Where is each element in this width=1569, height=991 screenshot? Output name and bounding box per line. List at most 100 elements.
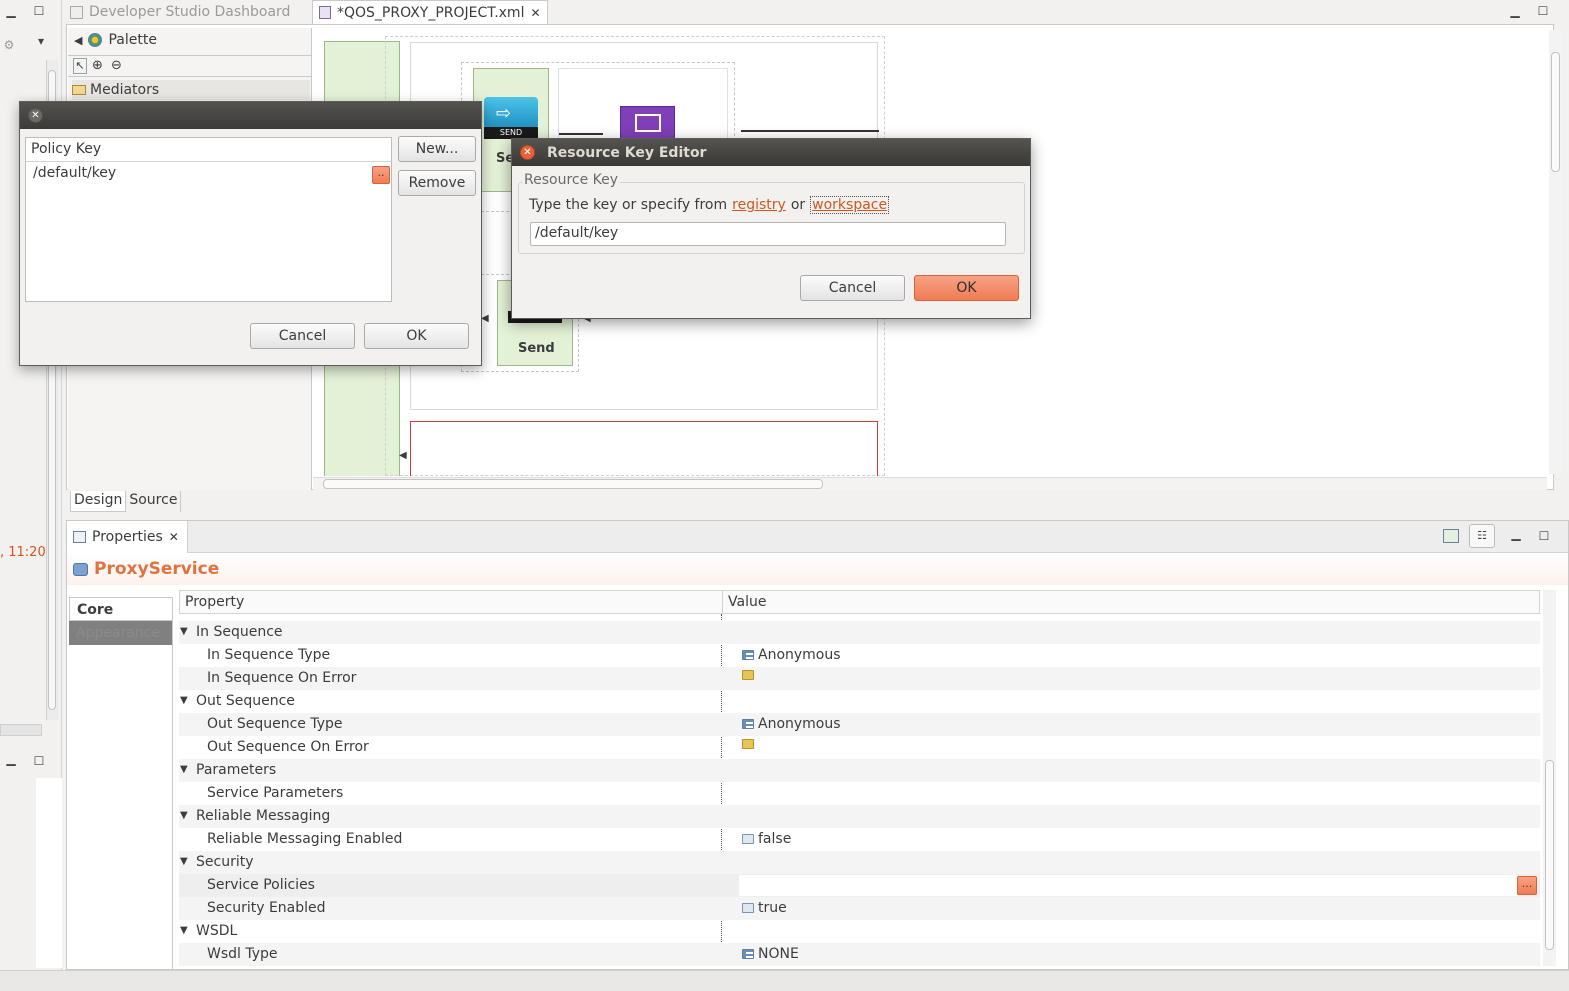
minimize-icon[interactable]: ▁ bbox=[4, 752, 18, 766]
property-value[interactable]: Anonymous bbox=[742, 716, 841, 732]
collapse-arrow-icon[interactable]: ◀ bbox=[74, 34, 82, 47]
service-policies-browse-button[interactable]: ... bbox=[1517, 876, 1537, 895]
registry-link[interactable]: registry bbox=[732, 197, 786, 213]
property-value[interactable] bbox=[742, 670, 758, 680]
expand-triangle-icon[interactable]: ▼ bbox=[180, 925, 188, 936]
remove-button[interactable]: Remove bbox=[398, 170, 476, 196]
ok-button[interactable]: OK bbox=[364, 323, 469, 349]
minimize-icon[interactable]: ▁ bbox=[1508, 4, 1522, 18]
property-name: Reliable Messaging Enabled bbox=[207, 831, 403, 847]
tab-dashboard[interactable]: Developer Studio Dashboard bbox=[70, 0, 290, 24]
property-row[interactable]: Wsdl Type NONE bbox=[179, 943, 1540, 966]
proxy-service-icon bbox=[73, 562, 88, 576]
scrollbar-thumb[interactable] bbox=[323, 479, 823, 489]
new-button[interactable]: New... bbox=[398, 136, 476, 162]
property-row[interactable]: Security Enabled true bbox=[179, 897, 1540, 920]
property-row[interactable]: ▼ Out Sequence bbox=[179, 690, 1540, 713]
divider bbox=[172, 597, 173, 969]
connector-line bbox=[559, 133, 603, 135]
dialog-titlebar: ✕ bbox=[20, 102, 481, 129]
close-icon[interactable]: ✕ bbox=[169, 530, 179, 544]
property-value[interactable]: false bbox=[742, 831, 791, 847]
column-divider[interactable] bbox=[722, 591, 723, 614]
property-name: In Sequence On Error bbox=[207, 670, 357, 686]
tab-core[interactable]: Core bbox=[69, 597, 173, 621]
property-row[interactable]: ▼ Security bbox=[179, 851, 1540, 874]
expand-triangle-icon[interactable]: ▼ bbox=[180, 695, 188, 706]
status-bar bbox=[0, 970, 1569, 991]
policy-key-value[interactable]: /default/key bbox=[33, 165, 116, 181]
close-icon[interactable]: ✕ bbox=[28, 108, 43, 123]
property-value[interactable]: Anonymous bbox=[742, 647, 841, 663]
property-name: Wsdl Type bbox=[207, 946, 278, 962]
tab-properties[interactable]: Properties ✕ bbox=[67, 520, 188, 553]
scrollbar-thumb[interactable] bbox=[1551, 52, 1560, 172]
canvas-vertical-scrollbar[interactable] bbox=[1549, 30, 1563, 474]
minimize-icon[interactable]: ▁ bbox=[4, 4, 18, 18]
time-text: , 11:20 bbox=[0, 545, 46, 560]
property-row[interactable]: ▼ Parameters bbox=[179, 759, 1540, 782]
tab-source[interactable]: Source bbox=[126, 491, 182, 512]
send-icon: ⇨ bbox=[484, 97, 538, 129]
property-name: In Sequence Type bbox=[207, 647, 331, 663]
property-value[interactable] bbox=[742, 739, 758, 749]
property-row[interactable]: Out Sequence Type Anonymous bbox=[179, 713, 1540, 736]
property-row[interactable]: Out Sequence On Error bbox=[179, 736, 1540, 759]
expand-triangle-icon[interactable]: ▼ bbox=[180, 626, 188, 637]
chevron-down-icon[interactable]: ▾ bbox=[34, 34, 48, 48]
arrow-left-icon: ◀ bbox=[481, 313, 489, 324]
list-icon bbox=[742, 650, 754, 660]
ok-button[interactable]: OK bbox=[914, 275, 1019, 301]
property-row[interactable]: ▼ Reliable Messaging bbox=[179, 805, 1540, 828]
browse-key-button[interactable]: .. bbox=[372, 166, 390, 184]
zoom-out-icon[interactable]: ⊖ bbox=[111, 58, 122, 73]
expand-triangle-icon[interactable]: ▼ bbox=[180, 764, 188, 775]
endpoint-icon bbox=[635, 114, 661, 132]
cancel-button[interactable]: Cancel bbox=[800, 275, 905, 301]
endpoint-mediator[interactable] bbox=[620, 106, 675, 142]
tab-qos-proxy-project[interactable]: *QOS_PROXY_PROJECT.xml ✕ bbox=[312, 0, 548, 24]
maximize-icon[interactable]: ☐ bbox=[1536, 4, 1550, 18]
maximize-icon[interactable]: ☐ bbox=[32, 4, 46, 18]
close-icon[interactable]: ✕ bbox=[530, 6, 540, 20]
canvas-horizontal-scrollbar[interactable] bbox=[313, 477, 1547, 490]
zoom-in-icon[interactable]: ⊕ bbox=[92, 58, 103, 73]
property-value[interactable]: true bbox=[742, 900, 787, 916]
resource-key-input[interactable]: /default/key bbox=[530, 222, 1006, 246]
palette-toolbar: ↖ ⊕ ⊖ bbox=[68, 55, 312, 77]
property-name: Security bbox=[196, 854, 254, 870]
property-row[interactable]: ▼ In Sequence bbox=[179, 621, 1540, 644]
property-row[interactable]: Reliable Messaging Enabled false bbox=[179, 828, 1540, 851]
tab-appearance[interactable]: Appearance bbox=[69, 621, 173, 645]
gear-icon[interactable]: ⚙ bbox=[2, 38, 16, 52]
pin-view-icon[interactable] bbox=[1443, 529, 1459, 543]
minimize-icon[interactable]: ▁ bbox=[1509, 527, 1523, 541]
properties-scrollbar[interactable] bbox=[1543, 590, 1556, 966]
property-name: WSDL bbox=[196, 923, 238, 939]
workspace-link[interactable]: workspace bbox=[810, 196, 890, 214]
palette-icon bbox=[88, 33, 103, 47]
scrollbar-thumb[interactable] bbox=[1545, 760, 1554, 950]
expand-triangle-icon[interactable]: ▼ bbox=[180, 856, 188, 867]
property-value[interactable]: NONE bbox=[742, 946, 799, 962]
boolean-icon bbox=[742, 834, 754, 844]
property-row[interactable]: In Sequence On Error bbox=[179, 667, 1540, 690]
select-arrow-icon[interactable]: ↖ bbox=[73, 58, 87, 74]
tab-design[interactable]: Design bbox=[70, 491, 127, 512]
property-row[interactable]: In Sequence Type Anonymous bbox=[179, 644, 1540, 667]
palette-group-mediators[interactable]: Mediators bbox=[72, 80, 310, 100]
property-row[interactable]: Service Policies... bbox=[179, 874, 1540, 897]
property-name: Service Policies bbox=[207, 877, 315, 893]
horizontal-scrollbar[interactable] bbox=[0, 724, 42, 736]
maximize-icon[interactable]: ☐ bbox=[32, 754, 46, 768]
close-icon[interactable]: ✕ bbox=[520, 145, 535, 160]
expand-triangle-icon[interactable]: ▼ bbox=[180, 810, 188, 821]
maximize-icon[interactable]: ☐ bbox=[1537, 529, 1551, 543]
show-categories-icon[interactable]: ☷ bbox=[1469, 524, 1495, 548]
property-row[interactable]: Service Parameters bbox=[179, 782, 1540, 805]
cancel-button[interactable]: Cancel bbox=[250, 323, 355, 349]
property-row[interactable]: ▼ WSDL bbox=[179, 920, 1540, 943]
service-policies-field[interactable] bbox=[739, 875, 1517, 896]
policy-key-dialog: ✕ Policy Key /default/key .. New... Remo… bbox=[19, 101, 482, 366]
tab-label: Developer Studio Dashboard bbox=[89, 4, 291, 20]
